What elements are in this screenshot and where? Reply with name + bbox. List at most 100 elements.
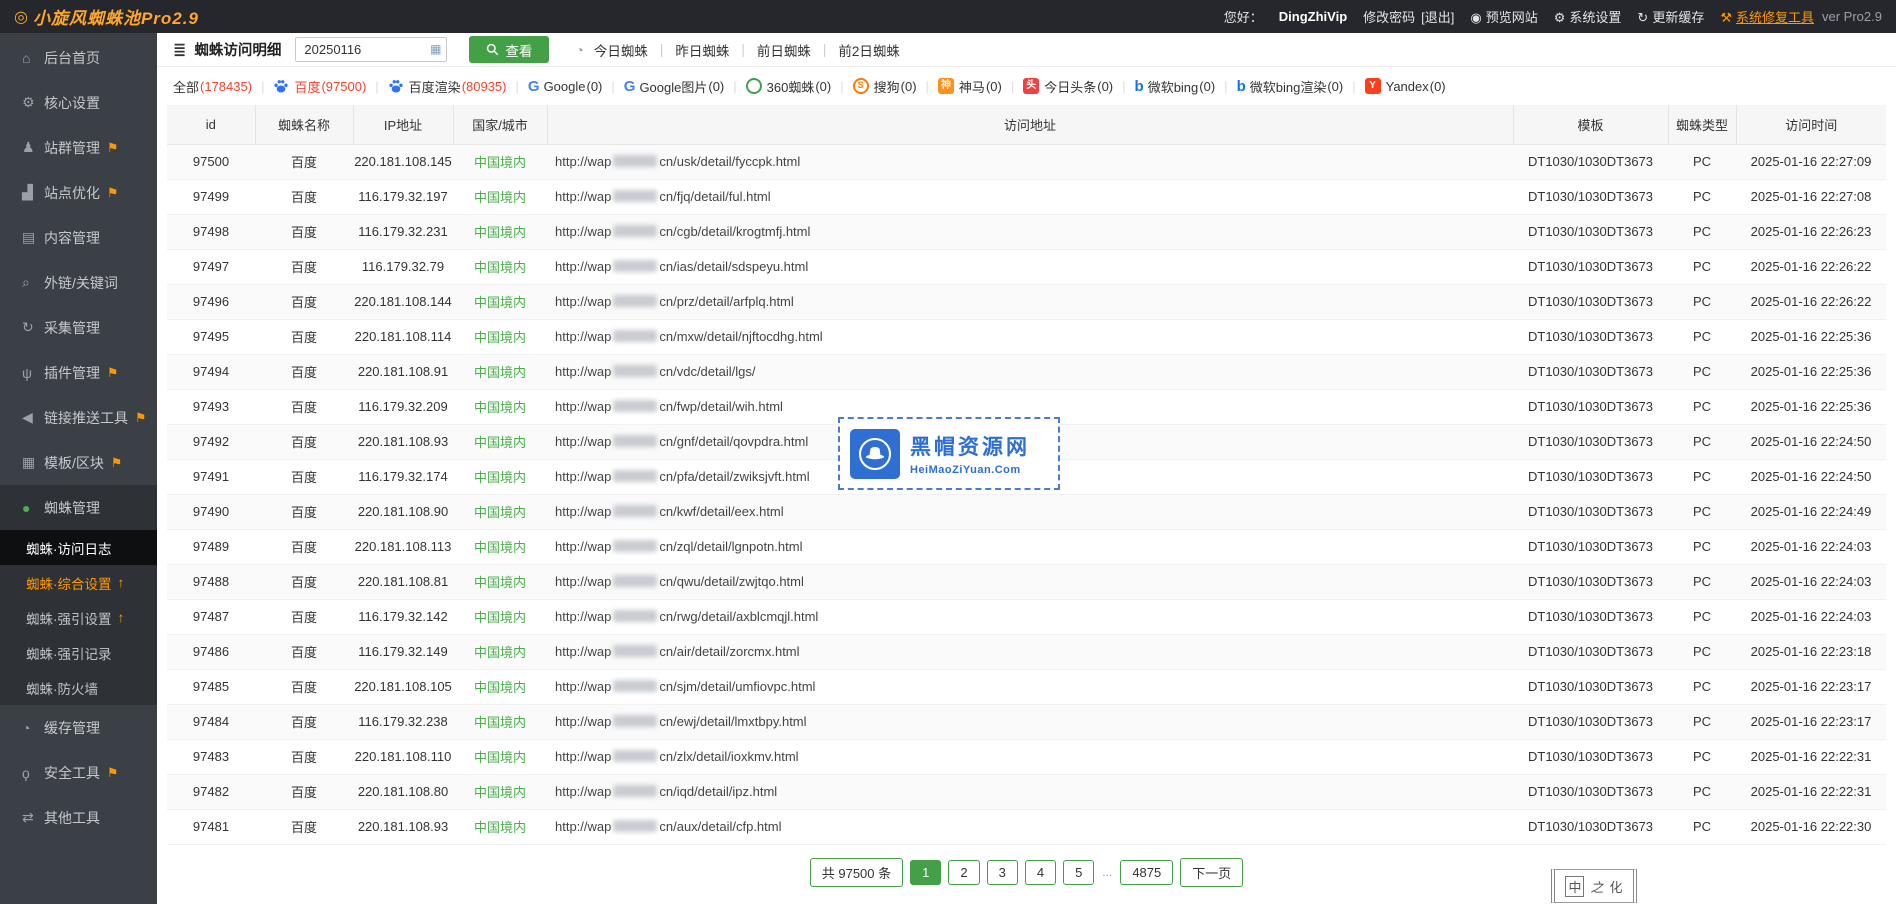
cell-ip: 116.179.32.209 bbox=[353, 389, 453, 424]
total-count: 共 97500 条 bbox=[810, 858, 903, 887]
url-prefix: http://wap bbox=[555, 609, 611, 624]
table-row: 97483百度220.181.108.110中国境内http://wapcn/z… bbox=[167, 739, 1886, 774]
censored-domain bbox=[613, 540, 657, 552]
sidebar-item-security-tools[interactable]: ϙ安全工具⚑ bbox=[0, 750, 157, 795]
page-button-3[interactable]: 3 bbox=[987, 860, 1018, 885]
sidebar-item-template-blocks[interactable]: ▦模板/区块⚑ bbox=[0, 440, 157, 485]
key-icon: ⌕ bbox=[22, 274, 44, 291]
filter-bing-render[interactable]: b微软bing渲染(0) bbox=[1237, 77, 1344, 96]
page-button-5[interactable]: 5 bbox=[1063, 860, 1094, 885]
cell-ip: 116.179.32.197 bbox=[353, 179, 453, 214]
sidebar-item-label: 模板/区块 bbox=[44, 453, 104, 473]
sidebar-item-link-push[interactable]: ◀链接推送工具⚑ bbox=[0, 395, 157, 440]
cell-spider-type: PC bbox=[1668, 354, 1736, 389]
cell-visit-time: 2025-01-16 22:23:17 bbox=[1736, 669, 1886, 704]
censored-domain bbox=[613, 365, 657, 377]
filter-360-spider[interactable]: 360蜘蛛(0) bbox=[746, 77, 832, 96]
sidebar-subitem-spider-general-settings[interactable]: 蜘蛛·综合设置↑ bbox=[0, 565, 157, 600]
sidebar-item-spider-manage[interactable]: ●蜘蛛管理 bbox=[0, 485, 157, 530]
cell-id: 97492 bbox=[167, 424, 255, 459]
censored-domain bbox=[613, 680, 657, 692]
blocks-icon: ▦ bbox=[22, 454, 44, 471]
username: DingZhiVip bbox=[1279, 9, 1347, 24]
baidu-paw-icon bbox=[273, 78, 289, 94]
table-row: 97494百度220.181.108.91中国境内http://wapcn/vd… bbox=[167, 354, 1886, 389]
filter-baidu-render[interactable]: 百度渲染(80935) bbox=[388, 77, 507, 96]
sidebar-item-other-tools[interactable]: ⇄其他工具 bbox=[0, 795, 157, 840]
cell-template: DT1030/1030DT3673 bbox=[1513, 424, 1668, 459]
gear-icon: ⚙ bbox=[22, 94, 44, 111]
censored-domain bbox=[613, 505, 657, 517]
cell-template: DT1030/1030DT3673 bbox=[1513, 494, 1668, 529]
sidebar-item-cache-manage[interactable]: ◔缓存管理 bbox=[0, 705, 157, 750]
top-header: ◎ 小旋风蜘蛛池Pro2.9 您好： DingZhiVip 修改密码 [退出] … bbox=[0, 0, 1896, 33]
url-prefix: http://wap bbox=[555, 679, 611, 694]
cell-url: http://wapcn/cgb/detail/krogtmfj.html bbox=[547, 214, 1513, 249]
sidebar-item-plugin-manage[interactable]: ψ插件管理⚑ bbox=[0, 350, 157, 395]
cell-country: 中国境内 bbox=[453, 179, 547, 214]
sidebar-subitem-spider-visit-log[interactable]: 蜘蛛·访问日志 bbox=[0, 530, 157, 565]
filter-yandex[interactable]: YYandex(0) bbox=[1365, 78, 1446, 94]
system-settings-link[interactable]: ⚙系统设置 bbox=[1554, 7, 1622, 26]
table-row: 97488百度220.181.108.81中国境内http://wapcn/qw… bbox=[167, 564, 1886, 599]
sidebar-subitem-spider-force-settings[interactable]: 蜘蛛·强引设置↑ bbox=[0, 600, 157, 635]
date-tab-3[interactable]: 前2日蜘蛛 bbox=[836, 40, 902, 60]
sidebar-item-collect-manage[interactable]: ↻采集管理 bbox=[0, 305, 157, 350]
change-password-link[interactable]: 修改密码 bbox=[1363, 7, 1415, 26]
cell-visit-time: 2025-01-16 22:26:22 bbox=[1736, 249, 1886, 284]
filter-google-images[interactable]: GGoogle图片(0) bbox=[624, 77, 724, 96]
page-button-4[interactable]: 4 bbox=[1025, 860, 1056, 885]
sidebar-subitem-label: 蜘蛛·强引设置 bbox=[26, 608, 112, 628]
cell-spider-type: PC bbox=[1668, 144, 1736, 179]
refresh-cache-link[interactable]: ↻更新缓存 bbox=[1637, 7, 1704, 26]
sidebar-item-core-settings[interactable]: ⚙核心设置 bbox=[0, 80, 157, 125]
cell-visit-time: 2025-01-16 22:24:03 bbox=[1736, 564, 1886, 599]
page-button-1[interactable]: 1 bbox=[910, 860, 941, 885]
filter-google[interactable]: GGoogle(0) bbox=[528, 78, 602, 95]
date-tab-2[interactable]: 前日蜘蛛 bbox=[755, 40, 813, 60]
url-path: cn/cgb/detail/krogtmfj.html bbox=[659, 224, 810, 239]
sidebar-subitem-spider-firewall[interactable]: 蜘蛛·防火墙 bbox=[0, 670, 157, 705]
table-row: 97484百度116.179.32.238中国境内http://wapcn/ew… bbox=[167, 704, 1886, 739]
next-page-button[interactable]: 下一页 bbox=[1180, 858, 1243, 887]
calendar-icon[interactable]: ▦ bbox=[430, 42, 441, 56]
sidebar-subitem-label: 蜘蛛·防火墙 bbox=[26, 678, 98, 698]
pin-icon: ⚑ bbox=[136, 410, 146, 426]
sidebar-item-site-optimize[interactable]: ▟站点优化⚑ bbox=[0, 170, 157, 215]
logout-link[interactable]: [退出] bbox=[1421, 7, 1454, 26]
sidebar-subitem-spider-force-records[interactable]: 蜘蛛·强引记录 bbox=[0, 635, 157, 670]
sidebar-item-label: 其他工具 bbox=[44, 808, 100, 828]
filter-bing[interactable]: b微软bing(0) bbox=[1135, 77, 1216, 96]
filter-toutiao[interactable]: 头今日头条(0) bbox=[1023, 77, 1113, 96]
cell-spider-type: PC bbox=[1668, 389, 1736, 424]
cell-country: 中国境内 bbox=[453, 494, 547, 529]
sidebar-item-backend-home[interactable]: ⌂后台首页 bbox=[0, 35, 157, 80]
cell-spider-name: 百度 bbox=[255, 354, 353, 389]
cell-country: 中国境内 bbox=[453, 739, 547, 774]
page-button-2[interactable]: 2 bbox=[948, 860, 979, 885]
preview-site-link[interactable]: ◉预览网站 bbox=[1470, 7, 1537, 26]
sidebar-item-label: 站点优化 bbox=[44, 183, 100, 203]
stamp-char: 化 bbox=[1610, 877, 1623, 896]
filter-baidu[interactable]: 百度(97500) bbox=[273, 77, 366, 96]
separator: | bbox=[741, 42, 745, 57]
filter-shenma[interactable]: 神神马(0) bbox=[938, 77, 1002, 96]
sidebar-item-content-manage[interactable]: ▤内容管理 bbox=[0, 215, 157, 260]
page-button-4875[interactable]: 4875 bbox=[1120, 860, 1173, 885]
filter-all[interactable]: 全部(178435) bbox=[173, 77, 252, 96]
cell-spider-name: 百度 bbox=[255, 249, 353, 284]
filter-sogou[interactable]: S搜狗(0) bbox=[853, 77, 917, 96]
date-tab-0[interactable]: 今日蜘蛛 bbox=[592, 40, 650, 60]
date-input[interactable] bbox=[295, 37, 447, 62]
cell-spider-name: 百度 bbox=[255, 564, 353, 599]
refresh-icon: ↻ bbox=[22, 319, 44, 336]
sidebar-item-site-group[interactable]: ♟站群管理⚑ bbox=[0, 125, 157, 170]
sidebar-item-links-keywords[interactable]: ⌕外链/关键词 bbox=[0, 260, 157, 305]
censored-domain bbox=[613, 190, 657, 202]
cell-visit-time: 2025-01-16 22:24:50 bbox=[1736, 459, 1886, 494]
cell-country: 中国境内 bbox=[453, 144, 547, 179]
view-button[interactable]: 查看 bbox=[469, 36, 549, 63]
date-tab-1[interactable]: 昨日蜘蛛 bbox=[673, 40, 731, 60]
url-path: cn/ewj/detail/lmxtbpy.html bbox=[659, 714, 806, 729]
repair-tool-link[interactable]: ⚒系统修复工具 bbox=[1720, 7, 1814, 26]
